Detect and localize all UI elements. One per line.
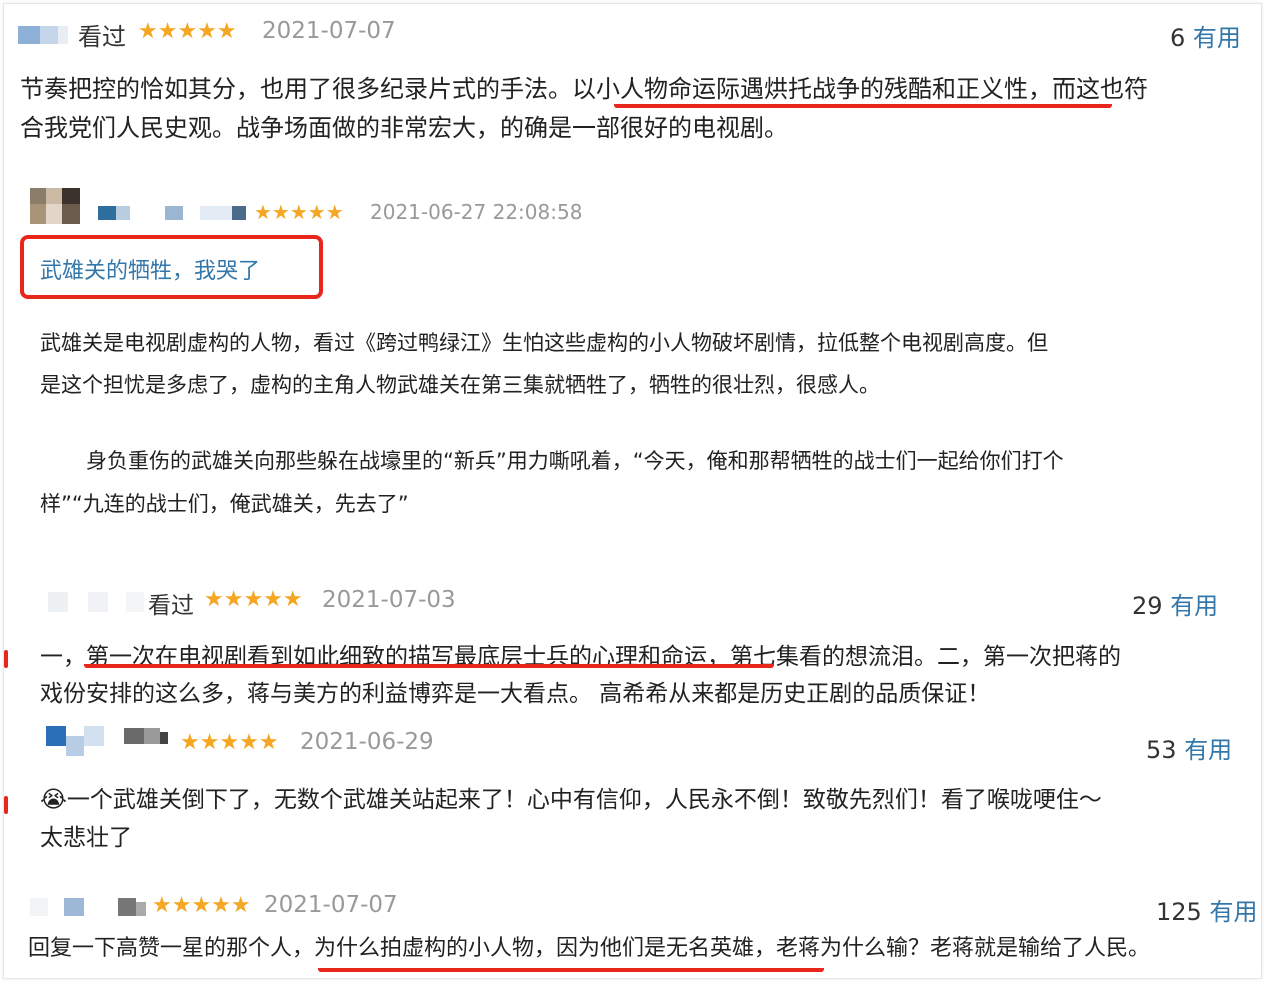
- useful-count: 53: [1146, 736, 1177, 764]
- rating-stars: ★★★★★: [152, 893, 251, 918]
- useful-count: 6: [1170, 24, 1186, 52]
- crying-emoji-icon: 😭: [40, 787, 67, 813]
- review-paragraph-line: 样”“九连的战士们，俺武雄关，先去了”: [40, 492, 409, 516]
- useful-label: 有用: [1192, 24, 1241, 52]
- review-paragraph-line: 武雄关是电视剧虚构的人物，看过《跨过鸭绿江》生怕这些虚构的小人物破坏剧情，拉低整…: [40, 331, 1048, 355]
- review-date: 2021-06-29: [300, 729, 434, 755]
- review-date: 2021-07-07: [262, 18, 396, 44]
- useful-count: 125: [1156, 898, 1202, 926]
- review-paragraph-line: 身负重伤的武雄关向那些躲在战壕里的“新兵”用力嘶吼着，“今天，俺和那帮牺牲的战士…: [86, 449, 1064, 473]
- useful-vote-button[interactable]: 125 有用: [1156, 892, 1257, 927]
- watch-status: 看过: [148, 593, 194, 619]
- review-text-line: 戏份安排的这么多，蒋与美方的利益博弈是一大看点。 高希希从来都是历史正剧的品质保…: [40, 681, 991, 707]
- annotation-mark: [4, 796, 8, 814]
- review-text-line: 太悲壮了: [40, 825, 132, 851]
- review-text-line: 合我党们人民史观。战争场面做的非常宏大，的确是一部很好的电视剧。: [20, 114, 788, 142]
- useful-label: 有用: [1184, 736, 1233, 764]
- useful-label: 有用: [1170, 592, 1219, 620]
- review-text-line: 😭一个武雄关倒下了，无数个武雄关站起来了！心中有信仰，人民永不倒！致敬先烈们！看…: [40, 787, 1102, 813]
- rating-stars: ★★★★★: [254, 200, 344, 224]
- rating-stars: ★★★★★: [204, 587, 303, 612]
- watch-status: 看过: [78, 23, 126, 51]
- annotation-underline: [318, 956, 824, 972]
- rating-stars: ★★★★★: [180, 730, 279, 755]
- review-date: 2021-07-03: [322, 587, 456, 613]
- annotation-underline: [84, 650, 774, 668]
- review-date: 2021-06-27 22:08:58: [370, 200, 583, 224]
- useful-vote-button[interactable]: 6 有用: [1170, 18, 1241, 53]
- useful-vote-button[interactable]: 53 有用: [1146, 730, 1232, 765]
- annotation-mark: [4, 650, 8, 668]
- useful-vote-button[interactable]: 29 有用: [1132, 586, 1218, 621]
- review-paragraph-line: 是这个担忧是多虑了，虚构的主角人物武雄关在第三集就牺牲了，牺牲的很壮烈，很感人。: [40, 373, 880, 397]
- review-title-link[interactable]: 武雄关的牺牲，我哭了: [40, 253, 260, 285]
- useful-count: 29: [1132, 592, 1163, 620]
- annotation-underline: [614, 92, 1112, 108]
- useful-label: 有用: [1209, 898, 1258, 926]
- review-date: 2021-07-07: [264, 892, 398, 918]
- rating-stars: ★★★★★: [138, 19, 237, 44]
